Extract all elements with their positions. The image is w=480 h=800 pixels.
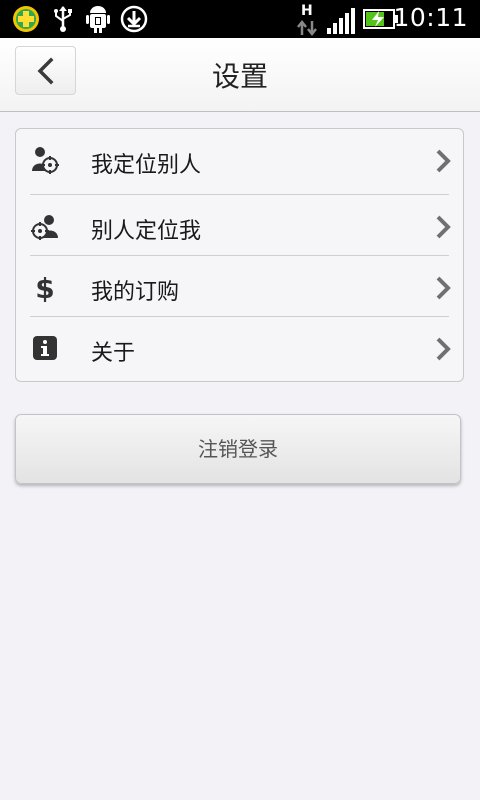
- settings-item-my-subscription[interactable]: $ 我的订购: [16, 256, 463, 317]
- settings-list: 我定位别人 别人定位我 $ 我的订购 关于: [15, 128, 464, 382]
- settings-item-label: 我定位别人: [91, 153, 202, 178]
- android-debug-icon: [86, 4, 112, 38]
- usb-icon: [52, 5, 74, 37]
- download-icon: [120, 5, 148, 37]
- logout-button[interactable]: 注销登录: [15, 414, 461, 484]
- chevron-right-icon: [436, 337, 451, 361]
- locate-others-icon: [32, 147, 59, 174]
- network-type-label: H: [301, 3, 313, 19]
- settings-item-label: 我的订购: [91, 280, 180, 305]
- located-by-others-icon: [31, 215, 58, 240]
- chevron-right-icon: [436, 276, 451, 300]
- data-transfer-icon: H: [296, 1, 320, 41]
- title-bar: 设置: [0, 38, 480, 112]
- settings-item-about[interactable]: 关于: [16, 317, 463, 378]
- svg-text:$: $: [35, 272, 54, 302]
- info-icon: [33, 336, 57, 360]
- settings-item-locate-others[interactable]: 我定位别人: [16, 129, 463, 190]
- dollar-icon: $: [35, 272, 54, 302]
- settings-item-located-by-others[interactable]: 别人定位我: [16, 195, 463, 256]
- status-bar: H 10:11: [0, 0, 480, 38]
- chevron-right-icon: [436, 149, 451, 173]
- status-time: 10:11: [393, 3, 468, 32]
- page-title: 设置: [211, 60, 268, 93]
- settings-item-label: 别人定位我: [91, 219, 202, 244]
- signal-icon: [326, 8, 356, 38]
- chevron-right-icon: [436, 215, 451, 239]
- settings-item-label: 关于: [91, 341, 136, 366]
- app-notification-icon: [12, 5, 40, 37]
